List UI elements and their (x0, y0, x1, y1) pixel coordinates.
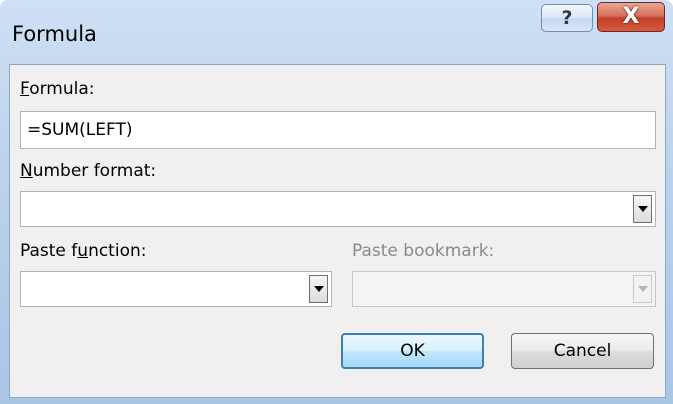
cancel-button[interactable]: Cancel (511, 333, 654, 369)
number-format-label: Number format: (20, 161, 156, 181)
chevron-down-icon (314, 286, 324, 292)
ok-button[interactable]: OK (341, 333, 484, 369)
paste-bookmark-combo (352, 271, 656, 307)
paste-function-access-key: u (77, 241, 89, 261)
title-bar[interactable]: Formula ? X (0, 0, 673, 64)
help-icon: ? (561, 7, 573, 29)
formula-input[interactable]: =SUM(LEFT) (20, 111, 656, 149)
close-button[interactable]: X (597, 2, 665, 32)
number-format-label-rest: umber format: (32, 161, 157, 181)
help-button[interactable]: ? (541, 4, 593, 32)
chevron-down-icon (638, 206, 648, 212)
number-format-dropdown-button[interactable] (633, 195, 652, 223)
formula-label-rest: ormula: (29, 79, 95, 99)
paste-function-dropdown-button[interactable] (309, 275, 328, 303)
dialog-body: Formula: =SUM(LEFT) Number format: Paste… (9, 64, 666, 398)
paste-function-label: Paste function: (20, 241, 146, 261)
window-title: Formula (12, 22, 97, 46)
formula-label: Formula: (20, 79, 94, 99)
paste-function-label-rest: nction: (88, 241, 147, 261)
number-format-combo[interactable] (20, 191, 656, 227)
formula-access-key: F (20, 79, 30, 99)
paste-bookmark-dropdown-button (633, 275, 652, 303)
chevron-down-icon (638, 286, 648, 292)
paste-function-combo[interactable] (20, 271, 332, 307)
close-icon: X (622, 4, 640, 29)
formula-dialog: Formula ? X Formula: =SUM(LEFT) Number f… (0, 0, 673, 404)
paste-bookmark-label: Paste bookmark: (352, 241, 495, 261)
number-format-access-key: N (20, 161, 33, 181)
paste-function-label-start: Paste f (20, 241, 78, 261)
